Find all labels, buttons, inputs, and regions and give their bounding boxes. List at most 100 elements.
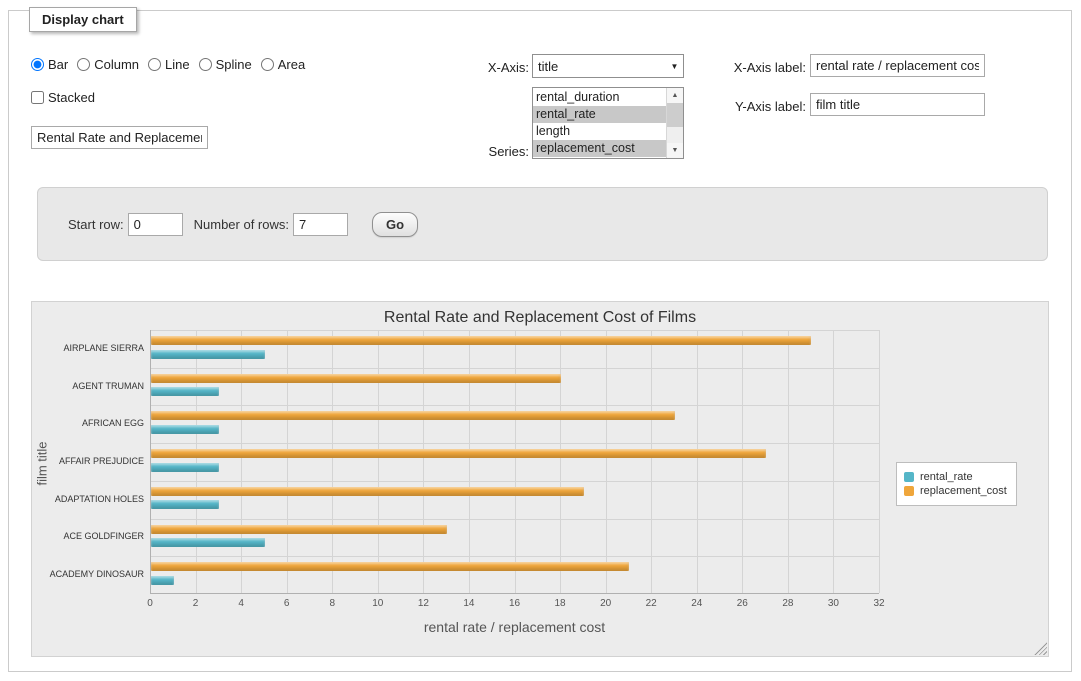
series-label: Series: bbox=[429, 144, 529, 159]
x-tick-label: 10 bbox=[363, 598, 393, 609]
x-tick-label: 32 bbox=[864, 598, 894, 609]
x-axis-label-field-label: X-Axis label: bbox=[649, 60, 806, 75]
x-tick-label: 0 bbox=[135, 598, 165, 609]
chart-type-radio[interactable] bbox=[199, 58, 212, 71]
y-axis-label-field-label: Y-Axis label: bbox=[649, 99, 806, 114]
chart-type-label: Bar bbox=[48, 57, 68, 72]
chart-type-option-bar[interactable]: Bar bbox=[31, 57, 68, 72]
stacked-label: Stacked bbox=[48, 90, 95, 105]
category-label: AFFAIR PREJUDICE bbox=[32, 456, 144, 466]
resize-handle-icon[interactable] bbox=[1034, 642, 1047, 655]
bar-rental_rate bbox=[151, 425, 219, 434]
chart-type-option-line[interactable]: Line bbox=[148, 57, 190, 72]
bar-rental_rate bbox=[151, 576, 174, 585]
gridline bbox=[606, 330, 607, 593]
chart-type-option-column[interactable]: Column bbox=[77, 57, 139, 72]
series-option[interactable]: replacement_cost bbox=[533, 140, 666, 157]
chart-type-label: Line bbox=[165, 57, 190, 72]
scrollbar-track[interactable] bbox=[667, 127, 683, 143]
category-label: ACADEMY DINOSAUR bbox=[32, 569, 144, 579]
stacked-checkbox[interactable] bbox=[31, 91, 44, 104]
bar-rental_rate bbox=[151, 463, 219, 472]
chart-title-input[interactable] bbox=[31, 126, 208, 149]
x-axis-title: rental rate / replacement cost bbox=[150, 619, 879, 635]
gridline bbox=[423, 330, 424, 593]
gridline bbox=[332, 330, 333, 593]
x-tick-label: 18 bbox=[545, 598, 575, 609]
gridline bbox=[151, 443, 879, 444]
scroll-down-icon[interactable]: ▼ bbox=[667, 143, 683, 158]
legend-swatch-icon bbox=[904, 472, 914, 482]
legend-item[interactable]: rental_rate bbox=[904, 471, 1007, 483]
stacked-option[interactable]: Stacked bbox=[31, 90, 95, 105]
bar-rental_rate bbox=[151, 538, 265, 547]
series-option[interactable]: length bbox=[533, 123, 666, 140]
gridline bbox=[241, 330, 242, 593]
gridline bbox=[151, 556, 879, 557]
x-tick-label: 14 bbox=[454, 598, 484, 609]
series-listbox-options: rental_durationrental_ratelengthreplacem… bbox=[533, 88, 666, 158]
legend-swatch-icon bbox=[904, 486, 914, 496]
gridline bbox=[469, 330, 470, 593]
category-label: ADAPTATION HOLES bbox=[32, 494, 144, 504]
x-tick-label: 28 bbox=[773, 598, 803, 609]
number-of-rows-input[interactable] bbox=[293, 213, 348, 236]
display-chart-panel: Display chart Bar Column Line Spline Area St… bbox=[8, 10, 1072, 672]
category-label: AGENT TRUMAN bbox=[32, 381, 144, 391]
x-tick-label: 4 bbox=[226, 598, 256, 609]
chart-type-radio[interactable] bbox=[261, 58, 274, 71]
bar-replacement_cost bbox=[151, 562, 629, 571]
legend-item[interactable]: replacement_cost bbox=[904, 485, 1007, 497]
chart-legend: rental_rate replacement_cost bbox=[896, 462, 1017, 506]
category-label: AIRPLANE SIERRA bbox=[32, 343, 144, 353]
gridline bbox=[788, 330, 789, 593]
chart-type-option-spline[interactable]: Spline bbox=[199, 57, 252, 72]
chart-type-option-area[interactable]: Area bbox=[261, 57, 305, 72]
row-range-panel: Start row: Number of rows: Go bbox=[37, 187, 1048, 261]
chart-container: Rental Rate and Replacement Cost of Film… bbox=[31, 301, 1049, 657]
gridline bbox=[560, 330, 561, 593]
chart-type-radio-group: Bar Column Line Spline Area bbox=[31, 57, 314, 72]
x-tick-label: 6 bbox=[272, 598, 302, 609]
chart-type-radio[interactable] bbox=[31, 58, 44, 71]
series-option[interactable]: rental_duration bbox=[533, 89, 666, 106]
gridline bbox=[196, 330, 197, 593]
panel-title: Display chart bbox=[29, 7, 137, 32]
x-tick-label: 24 bbox=[682, 598, 712, 609]
number-of-rows-label: Number of rows: bbox=[194, 217, 289, 232]
start-row-input[interactable] bbox=[128, 213, 183, 236]
x-axis-label-input[interactable] bbox=[810, 54, 985, 77]
chart-type-radio[interactable] bbox=[77, 58, 90, 71]
chart-type-radio[interactable] bbox=[148, 58, 161, 71]
x-tick-label: 20 bbox=[591, 598, 621, 609]
x-tick-label: 12 bbox=[408, 598, 438, 609]
x-axis-selected-value: title bbox=[533, 59, 666, 74]
plot-area bbox=[150, 330, 879, 594]
gridline bbox=[151, 519, 879, 520]
go-button[interactable]: Go bbox=[372, 212, 418, 237]
bar-rental_rate bbox=[151, 387, 219, 396]
bar-replacement_cost bbox=[151, 336, 811, 345]
bar-rental_rate bbox=[151, 500, 219, 509]
chart-title: Rental Rate and Replacement Cost of Film… bbox=[32, 309, 1048, 327]
x-tick-label: 30 bbox=[818, 598, 848, 609]
gridline bbox=[879, 330, 880, 593]
chart-type-label: Spline bbox=[216, 57, 252, 72]
bar-replacement_cost bbox=[151, 487, 584, 496]
gridline bbox=[515, 330, 516, 593]
gridline bbox=[151, 330, 879, 331]
series-listbox[interactable]: rental_durationrental_ratelengthreplacem… bbox=[532, 87, 684, 159]
x-tick-label: 2 bbox=[181, 598, 211, 609]
series-option[interactable]: rental_rate bbox=[533, 106, 666, 123]
bar-replacement_cost bbox=[151, 411, 675, 420]
y-axis-label-input[interactable] bbox=[810, 93, 985, 116]
gridline bbox=[833, 330, 834, 593]
category-label: AFRICAN EGG bbox=[32, 418, 144, 428]
bar-replacement_cost bbox=[151, 374, 561, 383]
gridline bbox=[742, 330, 743, 593]
gridline bbox=[151, 368, 879, 369]
x-tick-label: 8 bbox=[317, 598, 347, 609]
legend-item-label: replacement_cost bbox=[920, 485, 1007, 497]
gridline bbox=[697, 330, 698, 593]
gridline bbox=[651, 330, 652, 593]
